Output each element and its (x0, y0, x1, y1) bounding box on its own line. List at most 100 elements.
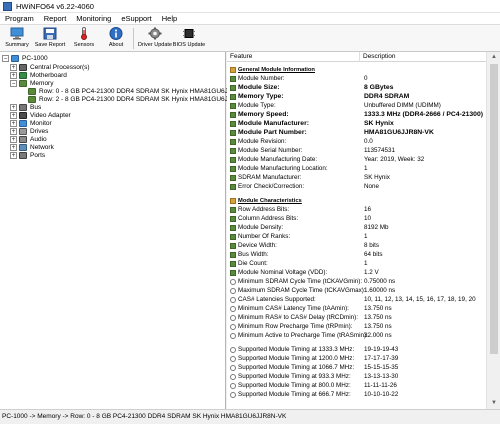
property-row[interactable]: Module Nominal Voltage (VDD): 1.2 V (227, 268, 486, 277)
property-feature: Supported Module Timing at 933.3 MHz: (238, 373, 351, 380)
expand-icon[interactable]: + (10, 152, 17, 159)
expand-icon[interactable]: + (10, 136, 17, 143)
property-row[interactable]: Module Manufacturing Location: 1 (227, 164, 486, 173)
vertical-scrollbar[interactable]: ▲ ▼ (486, 52, 500, 409)
expand-icon[interactable]: + (10, 144, 17, 151)
expand-icon[interactable]: + (10, 128, 17, 135)
property-row[interactable]: Error Check/Correction: None (227, 182, 486, 191)
property-row[interactable]: Supported Module Timing at 1200.0 MHz: 17… (227, 354, 486, 363)
property-row[interactable]: Minimum Row Precharge Time (tRPmin): 13.7… (227, 322, 486, 331)
memory-icon (230, 165, 236, 172)
property-value: 10 (364, 215, 372, 222)
property-feature: Supported Module Timing at 1333.3 MHz: (238, 346, 355, 353)
expand-icon[interactable]: + (10, 112, 17, 119)
memory-module-icon (28, 96, 36, 103)
memory-icon (230, 120, 236, 127)
column-header-feature[interactable]: Feature (227, 52, 360, 62)
menu-monitoring[interactable]: Monitoring (71, 13, 116, 25)
tree-item-memory-row-2[interactable]: Row: 2 - 8 GB PC4-21300 DDR4 SDRAM SK Hy… (28, 95, 255, 104)
bus-icon (19, 104, 27, 111)
menu-help[interactable]: Help (157, 13, 182, 25)
collapse-icon[interactable]: − (10, 80, 17, 87)
property-row[interactable]: Row Address Bits: 16 (227, 205, 486, 214)
property-feature: Minimum RAS# to CAS# Delay (tRCDmin): (238, 314, 359, 321)
menu-program[interactable]: Program (0, 13, 39, 25)
summary-button[interactable]: Summary (4, 26, 30, 51)
property-row[interactable]: Memory Speed: 1333.3 MHz (DDR4-2666 / PC4… (227, 110, 486, 119)
property-row[interactable]: Device Width: 8 bits (227, 241, 486, 250)
column-header-description[interactable]: Description (360, 52, 486, 62)
property-feature: Column Address Bits: (238, 215, 299, 222)
property-row[interactable]: Bus Width: 64 bits (227, 250, 486, 259)
property-row[interactable]: Module Revision: 0.0 (227, 137, 486, 146)
property-row[interactable]: Minimum CAS# Latency Time (tAAmin): 13.75… (227, 304, 486, 313)
menu-report[interactable]: Report (39, 13, 72, 25)
bios-update-button[interactable]: BIOS Update (173, 26, 205, 51)
property-row[interactable]: Module Manufacturing Date: Year: 2019, We… (227, 155, 486, 164)
property-feature: Supported Module Timing at 666.7 MHz: (238, 391, 351, 398)
property-value: 13.750 ns (364, 314, 392, 321)
section-header[interactable]: General Module Information (227, 65, 486, 74)
property-row[interactable]: Minimum RAS# to CAS# Delay (tRCDmin): 13.… (227, 313, 486, 322)
computer-icon (11, 55, 19, 62)
expand-icon[interactable]: + (10, 64, 17, 71)
property-row[interactable]: Supported Module Timing at 1333.3 MHz: 19… (227, 345, 486, 354)
property-row[interactable]: Module Part Number: HMA81GU6JJR8N-VK (227, 128, 486, 137)
property-row[interactable]: Module Serial Number: 113574531 (227, 146, 486, 155)
property-row[interactable]: Module Density: 8192 Mb (227, 223, 486, 232)
property-feature: Module Serial Number: (238, 147, 303, 154)
property-row[interactable]: Die Count: 1 (227, 259, 486, 268)
property-feature: Minimum Row Precharge Time (tRPmin): (238, 323, 353, 330)
memory-icon (230, 183, 236, 190)
driver-update-button[interactable]: Driver Update (138, 26, 172, 51)
toolbar: Summary Save Report Sensors About Driver… (0, 25, 500, 52)
property-row[interactable]: Maximum SDRAM Cycle Time (tCKAVGmax): 1.6… (227, 286, 486, 295)
property-row[interactable]: Minimum SDRAM Cycle Time (tCKAVGmin): 0.7… (227, 277, 486, 286)
property-row[interactable]: Minimum Active to Precharge Time (tRASmi… (227, 331, 486, 340)
tree-root[interactable]: − PC-1000 (2, 54, 48, 63)
tree-item-ports[interactable]: + Ports (10, 151, 45, 160)
memory-icon (230, 242, 236, 249)
property-row[interactable]: Supported Module Timing at 666.7 MHz: 10-… (227, 390, 486, 399)
collapse-icon[interactable]: − (2, 55, 9, 62)
scrollbar-thumb[interactable] (490, 64, 498, 354)
property-value: 1 (364, 260, 368, 267)
property-feature: Module Number: (238, 75, 285, 82)
menu-bar: Program Report Monitoring eSupport Help (0, 13, 500, 25)
property-row[interactable]: Supported Module Timing at 933.3 MHz: 13-… (227, 372, 486, 381)
expand-icon[interactable]: + (10, 120, 17, 127)
property-row[interactable]: Supported Module Timing at 800.0 MHz: 11-… (227, 381, 486, 390)
menu-esupport[interactable]: eSupport (116, 13, 156, 25)
property-value: 1.2 V (364, 269, 379, 276)
property-row[interactable]: SDRAM Manufacturer: SK Hynix (227, 173, 486, 182)
about-button[interactable]: About (105, 26, 127, 51)
status-bar: PC-1000 -> Memory -> Row: 0 - 8 GB PC4-2… (0, 409, 500, 424)
section-header[interactable]: Module Characteristics (227, 196, 486, 205)
property-feature: Bus Width: (238, 251, 269, 258)
property-value: 11-11-11-26 (364, 382, 397, 389)
property-row[interactable]: Module Type: Unbuffered DIMM (UDIMM) (227, 101, 486, 110)
property-value: 8192 Mb (364, 224, 389, 231)
property-row[interactable]: Column Address Bits: 10 (227, 214, 486, 223)
expand-icon[interactable]: + (10, 104, 17, 111)
property-row[interactable]: Supported Module Timing at 1066.7 MHz: 15… (227, 363, 486, 372)
property-row[interactable]: Number Of Ranks: 1 (227, 232, 486, 241)
scroll-up-icon[interactable]: ▲ (491, 54, 497, 60)
property-row[interactable]: Memory Type: DDR4 SDRAM (227, 92, 486, 101)
save-report-button[interactable]: Save Report (35, 26, 65, 51)
property-row[interactable]: Module Manufacturer: SK Hynix (227, 119, 486, 128)
property-row[interactable]: Module Size: 8 GBytes (227, 83, 486, 92)
property-row[interactable]: CAS# Latencies Supported: 10, 11, 12, 13,… (227, 295, 486, 304)
property-value: None (364, 183, 380, 190)
clock-icon (230, 346, 236, 353)
property-value: 8 GBytes (364, 84, 394, 91)
section-icon (230, 66, 236, 73)
property-feature: Error Check/Correction: (238, 183, 305, 190)
property-feature: Maximum SDRAM Cycle Time (tCKAVGmax): (238, 287, 366, 294)
sensors-button[interactable]: Sensors (72, 26, 96, 51)
property-value: 1 (364, 233, 368, 240)
property-value: SK Hynix (364, 174, 390, 181)
expand-icon[interactable]: + (10, 72, 17, 79)
property-row[interactable]: Module Number: 0 (227, 74, 486, 83)
scroll-down-icon[interactable]: ▼ (491, 400, 497, 406)
